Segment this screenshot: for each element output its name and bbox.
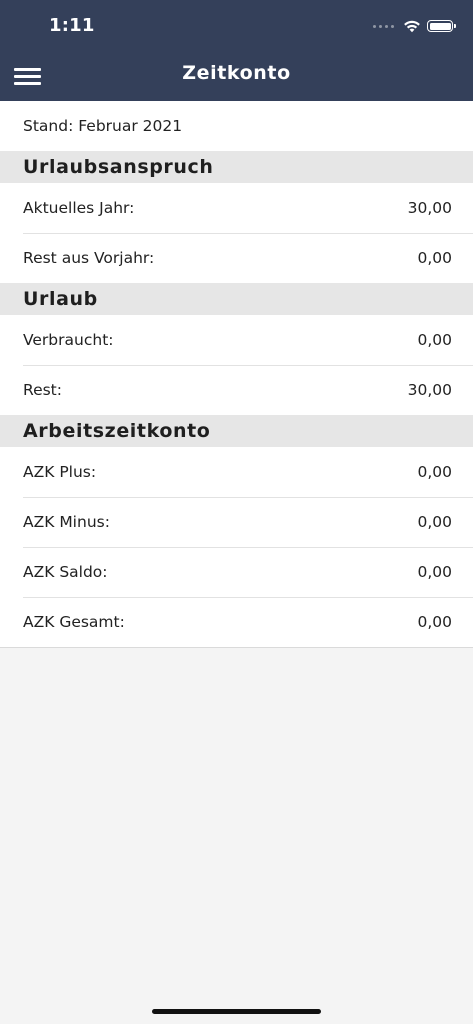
row-value: 30,00 (407, 199, 452, 217)
row-value: 0,00 (417, 613, 452, 631)
section-header-urlaub: Urlaub (0, 283, 473, 315)
list-item-rest: Rest: 30,00 (0, 365, 473, 415)
row-label: Rest aus Vorjahr: (23, 249, 155, 267)
row-label: AZK Saldo: (23, 563, 108, 581)
section-header-arbeitszeitkonto: Arbeitszeitkonto (0, 415, 473, 447)
row-label: AZK Minus: (23, 513, 110, 531)
list-item-azk-saldo: AZK Saldo: 0,00 (0, 547, 473, 597)
list-item-azk-gesamt: AZK Gesamt: 0,00 (0, 597, 473, 647)
list-item-rest-aus-vorjahr: Rest aus Vorjahr: 0,00 (0, 233, 473, 283)
row-value: 0,00 (417, 463, 452, 481)
cellular-signal-icon (373, 24, 394, 28)
row-value: 0,00 (417, 563, 452, 581)
home-indicator[interactable] (152, 1009, 321, 1014)
row-value: 0,00 (417, 513, 452, 531)
row-value: 30,00 (407, 381, 452, 399)
page-title: Zeitkonto (182, 62, 291, 84)
row-value: 0,00 (417, 249, 452, 267)
row-label: Aktuelles Jahr: (23, 199, 135, 217)
list-item-azk-plus: AZK Plus: 0,00 (0, 447, 473, 497)
section-header-urlaubsanspruch: Urlaubsanspruch (0, 151, 473, 183)
battery-icon (427, 20, 456, 32)
status-bar-indicators (373, 17, 456, 35)
stand-date: Stand: Februar 2021 (23, 117, 183, 135)
row-label: Verbraucht: (23, 331, 114, 349)
navigation-bar: 1:11 Zeitkonto (0, 0, 473, 101)
row-label: Rest: (23, 381, 62, 399)
list-item-azk-minus: AZK Minus: 0,00 (0, 497, 473, 547)
list-item-verbraucht: Verbraucht: 0,00 (0, 315, 473, 365)
wifi-icon (403, 19, 421, 33)
row-label: AZK Plus: (23, 463, 97, 481)
row-label: AZK Gesamt: (23, 613, 125, 631)
zeitkonto-list: Stand: Februar 2021 Urlaubsanspruch Aktu… (0, 101, 473, 648)
status-bar-time: 1:11 (49, 15, 95, 36)
row-value: 0,00 (417, 331, 452, 349)
list-item-aktuelles-jahr: Aktuelles Jahr: 30,00 (0, 183, 473, 233)
